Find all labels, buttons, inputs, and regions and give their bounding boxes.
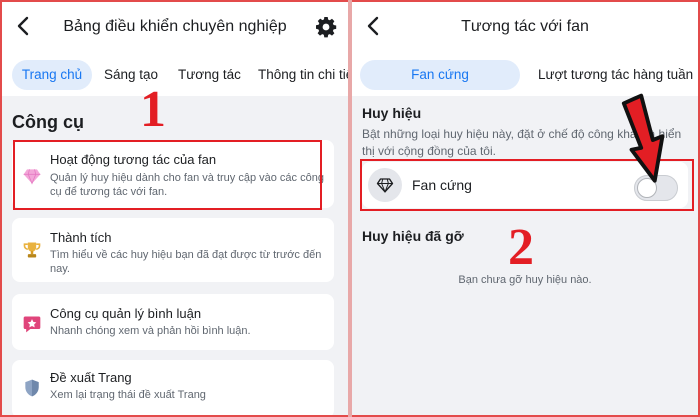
tab-insights[interactable]: Thông tin chi tiết [258,60,348,90]
page-recommendation-card[interactable]: Đề xuất Trang Xem lại trạng thái đề xuất… [12,360,334,415]
badges-section-title: Huy hiệu [362,105,422,121]
top-bar: Tương tác với fan [352,2,698,52]
trophy-icon [23,242,41,258]
card-description: Nhanh chóng xem và phản hồi bình luận. [50,325,251,337]
card-description: Xem lại trạng thái đề xuất Trang [50,389,206,401]
step-number-1: 1 [140,81,166,138]
top-bar: Bảng điều khiển chuyên nghiệp [2,2,348,52]
professional-dashboard-screen: Bảng điều khiển chuyên nghiệp Trang chủ … [2,2,348,415]
page-title: Bảng điều khiển chuyên nghiệp [63,18,287,35]
removed-badges-empty: Bạn chưa gỡ huy hiệu nào. [458,274,592,286]
comment-star-icon [23,316,41,333]
card-description: Tìm hiểu về các huy hiệu bạn đã đạt được… [50,249,322,275]
achievements-card[interactable]: Thành tích Tìm hiểu về các huy hiệu bạn … [12,218,334,282]
card-title: Thành tích [50,230,112,245]
step-number-2: 2 [508,219,534,276]
tab-home[interactable]: Trang chủ [12,60,92,90]
fan-tabs: Fan cứng Lượt tương tác hàng tuần [352,52,698,96]
tab-top-fans[interactable]: Fan cứng [360,60,520,90]
fan-engagement-screen: Tương tác với fan Fan cứng Lượt tương tá… [352,2,698,415]
tab-engagement[interactable]: Tương tác [178,60,241,90]
tab-weekly-engagement[interactable]: Lượt tương tác hàng tuần [538,60,693,90]
gear-icon[interactable] [314,15,338,39]
shield-icon [25,379,39,397]
tools-section-title: Công cụ [12,112,84,132]
card-title: Đề xuất Trang [50,370,132,385]
page-title: Tương tác với fan [461,18,589,35]
step-1-highlight [13,140,322,210]
removed-badges-title: Huy hiệu đã gỡ [362,228,464,244]
arrow-pointer-icon [621,93,665,183]
comment-manager-card[interactable]: Công cụ quản lý bình luận Nhanh chóng xe… [12,294,334,350]
card-title: Công cụ quản lý bình luận [50,306,202,321]
dashboard-tabs: Trang chủ Sáng tạo Tương tác Thông tin c… [2,52,348,96]
